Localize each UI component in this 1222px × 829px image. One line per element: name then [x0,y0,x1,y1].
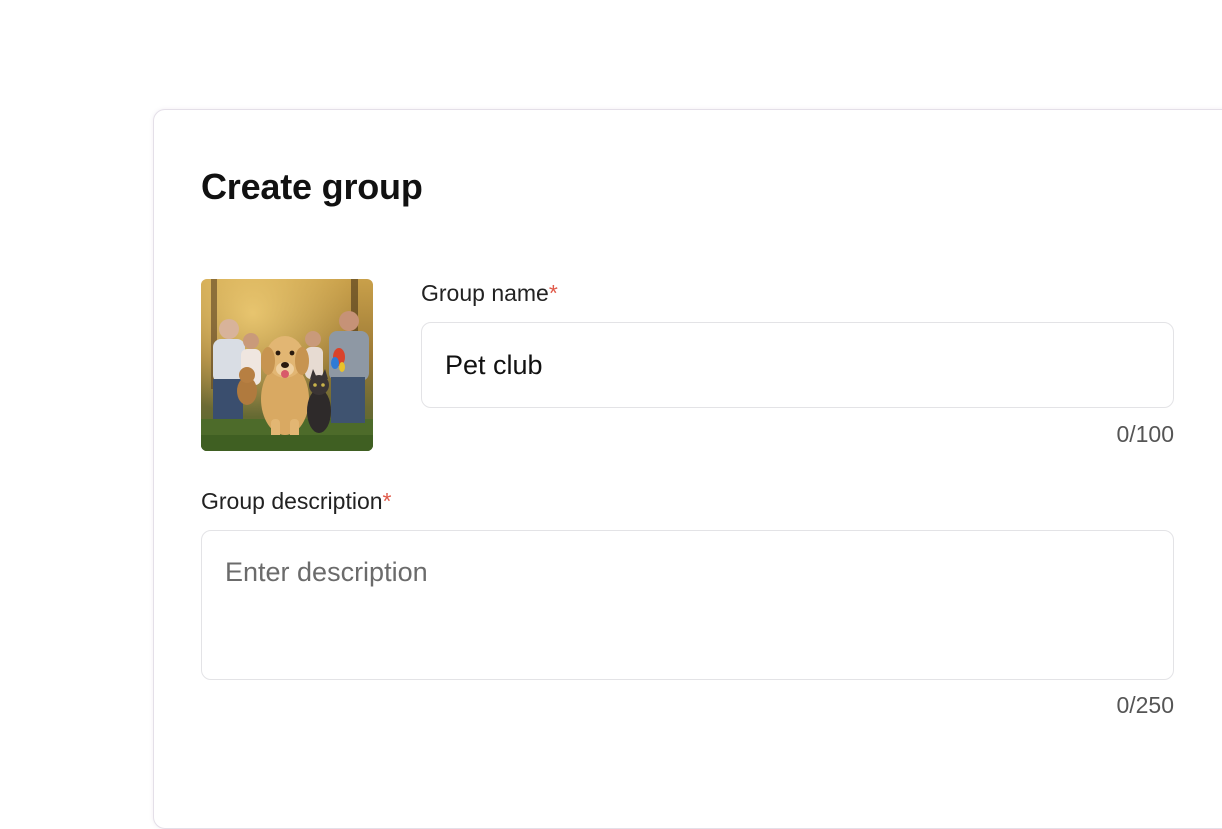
group-name-label: Group name* [421,280,558,307]
group-description-label-text: Group description [201,488,383,514]
page-title: Create group [201,166,423,207]
group-description-label: Group description* [201,488,392,515]
required-mark: * [382,488,392,514]
group-description-field[interactable] [201,530,1174,680]
group-description-counter: 0/250 [1116,692,1174,718]
group-photo[interactable] [201,279,373,451]
group-name-input[interactable] [422,323,1173,407]
group-name-field[interactable] [421,322,1174,408]
group-name-counter: 0/100 [1116,421,1174,447]
group-name-label-text: Group name [421,280,549,306]
required-mark: * [548,280,558,306]
group-photo-image [201,279,373,451]
create-group-card: Create group Group name* Pet club 0/100 … [153,109,1222,829]
group-description-input[interactable] [202,531,1173,679]
